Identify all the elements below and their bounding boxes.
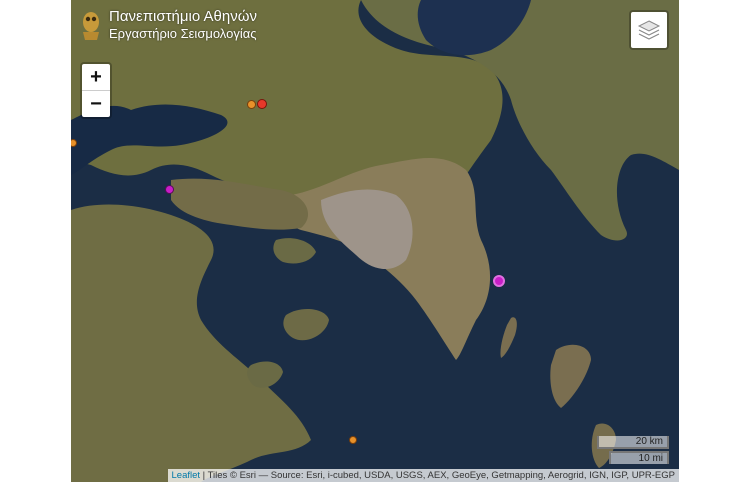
layers-button[interactable] xyxy=(629,10,669,50)
university-name: Πανεπιστήμιο Αθηνών xyxy=(109,8,257,25)
earthquake-marker-red[interactable] xyxy=(257,99,267,109)
leaflet-link[interactable]: Leaflet xyxy=(172,470,201,481)
scale-km: 20 km xyxy=(597,436,669,449)
layers-icon xyxy=(637,20,661,40)
zoom-in-button[interactable]: + xyxy=(82,64,110,91)
attribution: Leaflet | Tiles © Esri — Source: Esri, i… xyxy=(167,469,679,482)
earthquake-marker-orange[interactable] xyxy=(247,100,256,109)
scale-control: 20 km 10 mi xyxy=(597,436,669,464)
scale-mi: 10 mi xyxy=(609,451,669,464)
satellite-basemap xyxy=(71,0,679,482)
earthquake-marker-magenta[interactable] xyxy=(165,185,174,194)
zoom-out-button[interactable]: − xyxy=(82,91,110,117)
lab-name: Εργαστήριο Σεισμολογίας xyxy=(109,26,257,41)
attribution-text: | Tiles © Esri — Source: Esri, i-cubed, … xyxy=(200,470,675,481)
zoom-control: + − xyxy=(80,62,112,119)
earthquake-marker-magenta-large[interactable] xyxy=(493,275,505,287)
owl-logo-icon xyxy=(83,12,99,40)
lab-logo: Πανεπιστήμιο Αθηνών Εργαστήριο Σεισμολογ… xyxy=(79,8,257,42)
earthquake-marker-orange-south[interactable] xyxy=(349,436,357,444)
map-view[interactable]: Πανεπιστήμιο Αθηνών Εργαστήριο Σεισμολογ… xyxy=(71,0,679,482)
